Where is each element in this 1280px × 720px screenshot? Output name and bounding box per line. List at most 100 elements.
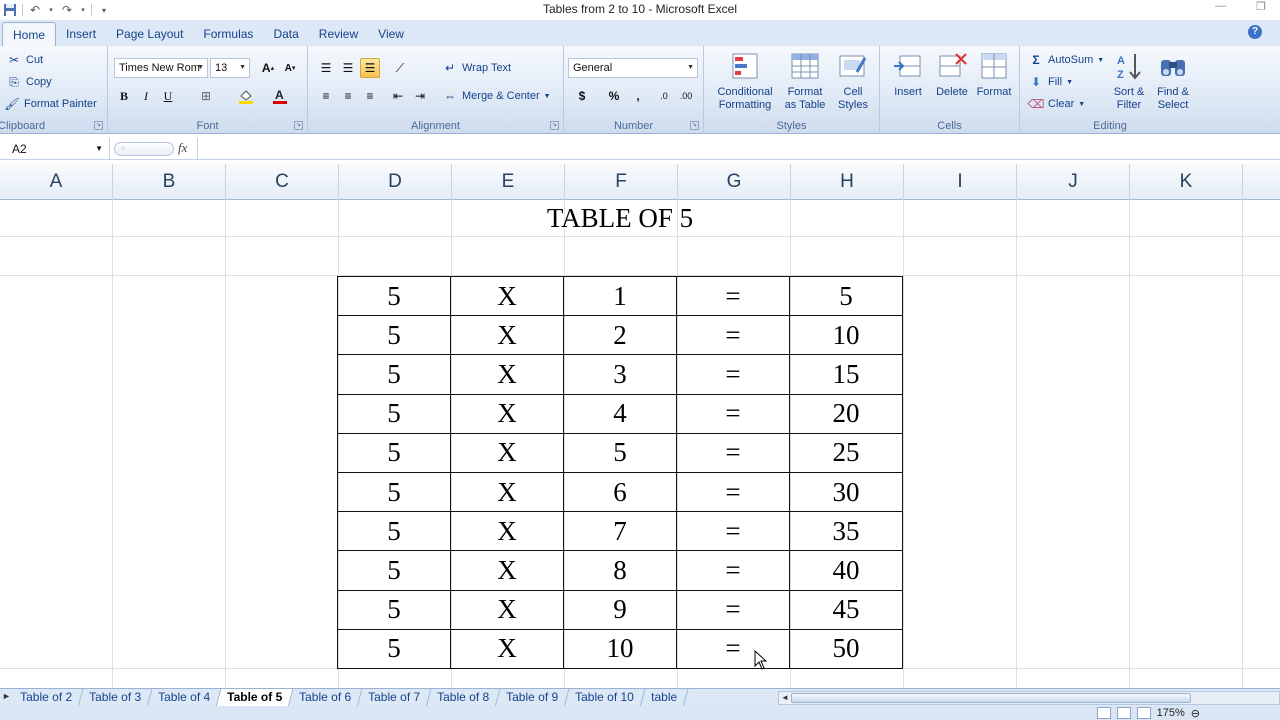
- font-name-combo[interactable]: Times New Rom ▼: [114, 58, 208, 78]
- font-launcher-icon[interactable]: ↘: [294, 121, 303, 130]
- number-launcher-icon[interactable]: ↘: [690, 121, 699, 130]
- comma-button[interactable]: ,: [628, 86, 648, 106]
- table-cell[interactable]: =: [676, 511, 790, 552]
- column-header-g[interactable]: G: [678, 164, 791, 200]
- table-cell[interactable]: 8: [563, 550, 677, 591]
- decrease-decimal-icon[interactable]: .00: [676, 86, 696, 106]
- zoom-level[interactable]: 175%: [1157, 707, 1185, 719]
- table-cell[interactable]: 1: [563, 275, 677, 317]
- horizontal-scrollbar[interactable]: ◄: [778, 691, 1280, 705]
- column-header-a[interactable]: A: [0, 164, 113, 200]
- table-cell[interactable]: 5: [337, 275, 451, 317]
- page-layout-view-icon[interactable]: [1116, 707, 1131, 719]
- table-cell[interactable]: 2: [563, 315, 677, 356]
- align-bottom-icon[interactable]: ☰: [360, 58, 380, 78]
- formula-input[interactable]: [202, 138, 1272, 160]
- merge-center-button[interactable]: ⇔ Merge & Center ▼: [442, 88, 551, 104]
- tab-view[interactable]: View: [368, 22, 414, 46]
- table-cell[interactable]: =: [676, 628, 790, 669]
- sheet-tab[interactable]: Table of 9: [495, 689, 570, 707]
- sort-filter-button[interactable]: AZ Sort & Filter: [1108, 50, 1150, 112]
- table-cell[interactable]: X: [450, 550, 564, 591]
- clipboard-launcher-icon[interactable]: ↘: [94, 121, 103, 130]
- table-cell[interactable]: 10: [563, 628, 677, 669]
- table-cell[interactable]: 20: [789, 393, 903, 434]
- grow-font-button[interactable]: A ▴: [258, 58, 278, 78]
- table-cell[interactable]: X: [450, 471, 564, 513]
- fill-color-icon[interactable]: [236, 86, 256, 106]
- worksheet-grid[interactable]: TABLE OF 5 5 X 1 = 5 5 X 2 = 10 5 X 3 = 15 5 X 4 = 20 5 X 5 = 25…: [0, 200, 1280, 688]
- underline-button[interactable]: U: [158, 86, 178, 106]
- sheet-tab[interactable]: Table of 5: [216, 689, 294, 707]
- scroll-left-icon[interactable]: ◄: [781, 692, 789, 704]
- table-cell[interactable]: 50: [789, 628, 903, 669]
- tab-home[interactable]: Home: [2, 22, 57, 46]
- table-cell[interactable]: 25: [789, 432, 903, 473]
- table-cell[interactable]: =: [676, 589, 790, 630]
- table-cell[interactable]: =: [676, 550, 790, 591]
- autosum-button[interactable]: Σ AutoSum ▼: [1028, 52, 1104, 68]
- table-cell[interactable]: X: [450, 275, 564, 317]
- cut-button[interactable]: ✂ Cut: [6, 52, 43, 68]
- table-cell[interactable]: 6: [563, 471, 677, 513]
- currency-button[interactable]: $: [572, 86, 592, 106]
- help-icon[interactable]: ?: [1248, 25, 1262, 39]
- table-cell[interactable]: 5: [337, 511, 451, 552]
- tab-scroll-right-icon[interactable]: ►: [2, 691, 11, 701]
- italic-button[interactable]: I: [136, 86, 156, 106]
- column-header-i[interactable]: I: [904, 164, 1017, 200]
- table-cell[interactable]: =: [676, 393, 790, 434]
- column-header-j[interactable]: J: [1017, 164, 1130, 200]
- align-left-icon[interactable]: ≡: [316, 86, 336, 106]
- table-cell[interactable]: =: [676, 315, 790, 356]
- format-cells-button[interactable]: Format: [972, 50, 1016, 99]
- font-color-icon[interactable]: A: [270, 86, 290, 106]
- percent-button[interactable]: %: [604, 86, 624, 106]
- format-painter-button[interactable]: 🖌 Format Painter: [4, 96, 96, 112]
- increase-indent-icon[interactable]: ⇥: [410, 86, 430, 106]
- table-cell[interactable]: 5: [337, 432, 451, 473]
- tab-page-layout[interactable]: Page Layout: [106, 22, 193, 46]
- table-cell[interactable]: 5: [563, 432, 677, 473]
- table-cell[interactable]: X: [450, 432, 564, 473]
- align-middle-icon[interactable]: ☰: [338, 58, 358, 78]
- table-cell[interactable]: 30: [789, 471, 903, 513]
- table-cell[interactable]: X: [450, 315, 564, 356]
- formula-cancel-enter[interactable]: ○: [114, 142, 174, 156]
- table-cell[interactable]: 3: [563, 354, 677, 395]
- align-right-icon[interactable]: ≡: [360, 86, 380, 106]
- tab-data[interactable]: Data: [263, 22, 308, 46]
- page-break-view-icon[interactable]: [1136, 707, 1151, 719]
- table-cell[interactable]: 5: [337, 354, 451, 395]
- number-format-combo[interactable]: General ▼: [568, 58, 698, 78]
- sheet-title-cell[interactable]: TABLE OF 5: [338, 200, 902, 236]
- bold-button[interactable]: B: [114, 86, 134, 106]
- table-cell[interactable]: X: [450, 589, 564, 630]
- minimize-icon[interactable]: —: [1215, 0, 1226, 13]
- table-cell[interactable]: 5: [337, 628, 451, 669]
- format-as-table-button[interactable]: Format as Table: [780, 50, 830, 112]
- align-center-icon[interactable]: ≡: [338, 86, 358, 106]
- table-cell[interactable]: =: [676, 432, 790, 473]
- insert-function-button[interactable]: fx: [178, 140, 187, 156]
- table-cell[interactable]: 5: [337, 393, 451, 434]
- sheet-tab[interactable]: Table of 2: [9, 689, 84, 707]
- find-select-button[interactable]: Find & Select: [1150, 50, 1196, 112]
- column-header-f[interactable]: F: [565, 164, 678, 200]
- table-cell[interactable]: X: [450, 511, 564, 552]
- table-cell[interactable]: =: [676, 354, 790, 395]
- table-cell[interactable]: 40: [789, 550, 903, 591]
- table-cell[interactable]: 5: [789, 275, 903, 317]
- sheet-tab[interactable]: Table of 4: [147, 689, 222, 707]
- table-cell[interactable]: 5: [337, 589, 451, 630]
- column-header-e[interactable]: E: [452, 164, 565, 200]
- zoom-out-icon[interactable]: ⊖: [1191, 707, 1200, 720]
- table-cell[interactable]: 35: [789, 511, 903, 552]
- tab-formulas[interactable]: Formulas: [193, 22, 263, 46]
- table-cell[interactable]: =: [676, 275, 790, 317]
- fill-button[interactable]: ⬇ Fill ▼: [1028, 74, 1073, 90]
- table-cell[interactable]: 5: [337, 315, 451, 356]
- scrollbar-thumb[interactable]: [791, 693, 1191, 703]
- column-header-k[interactable]: K: [1130, 164, 1243, 200]
- table-cell[interactable]: X: [450, 354, 564, 395]
